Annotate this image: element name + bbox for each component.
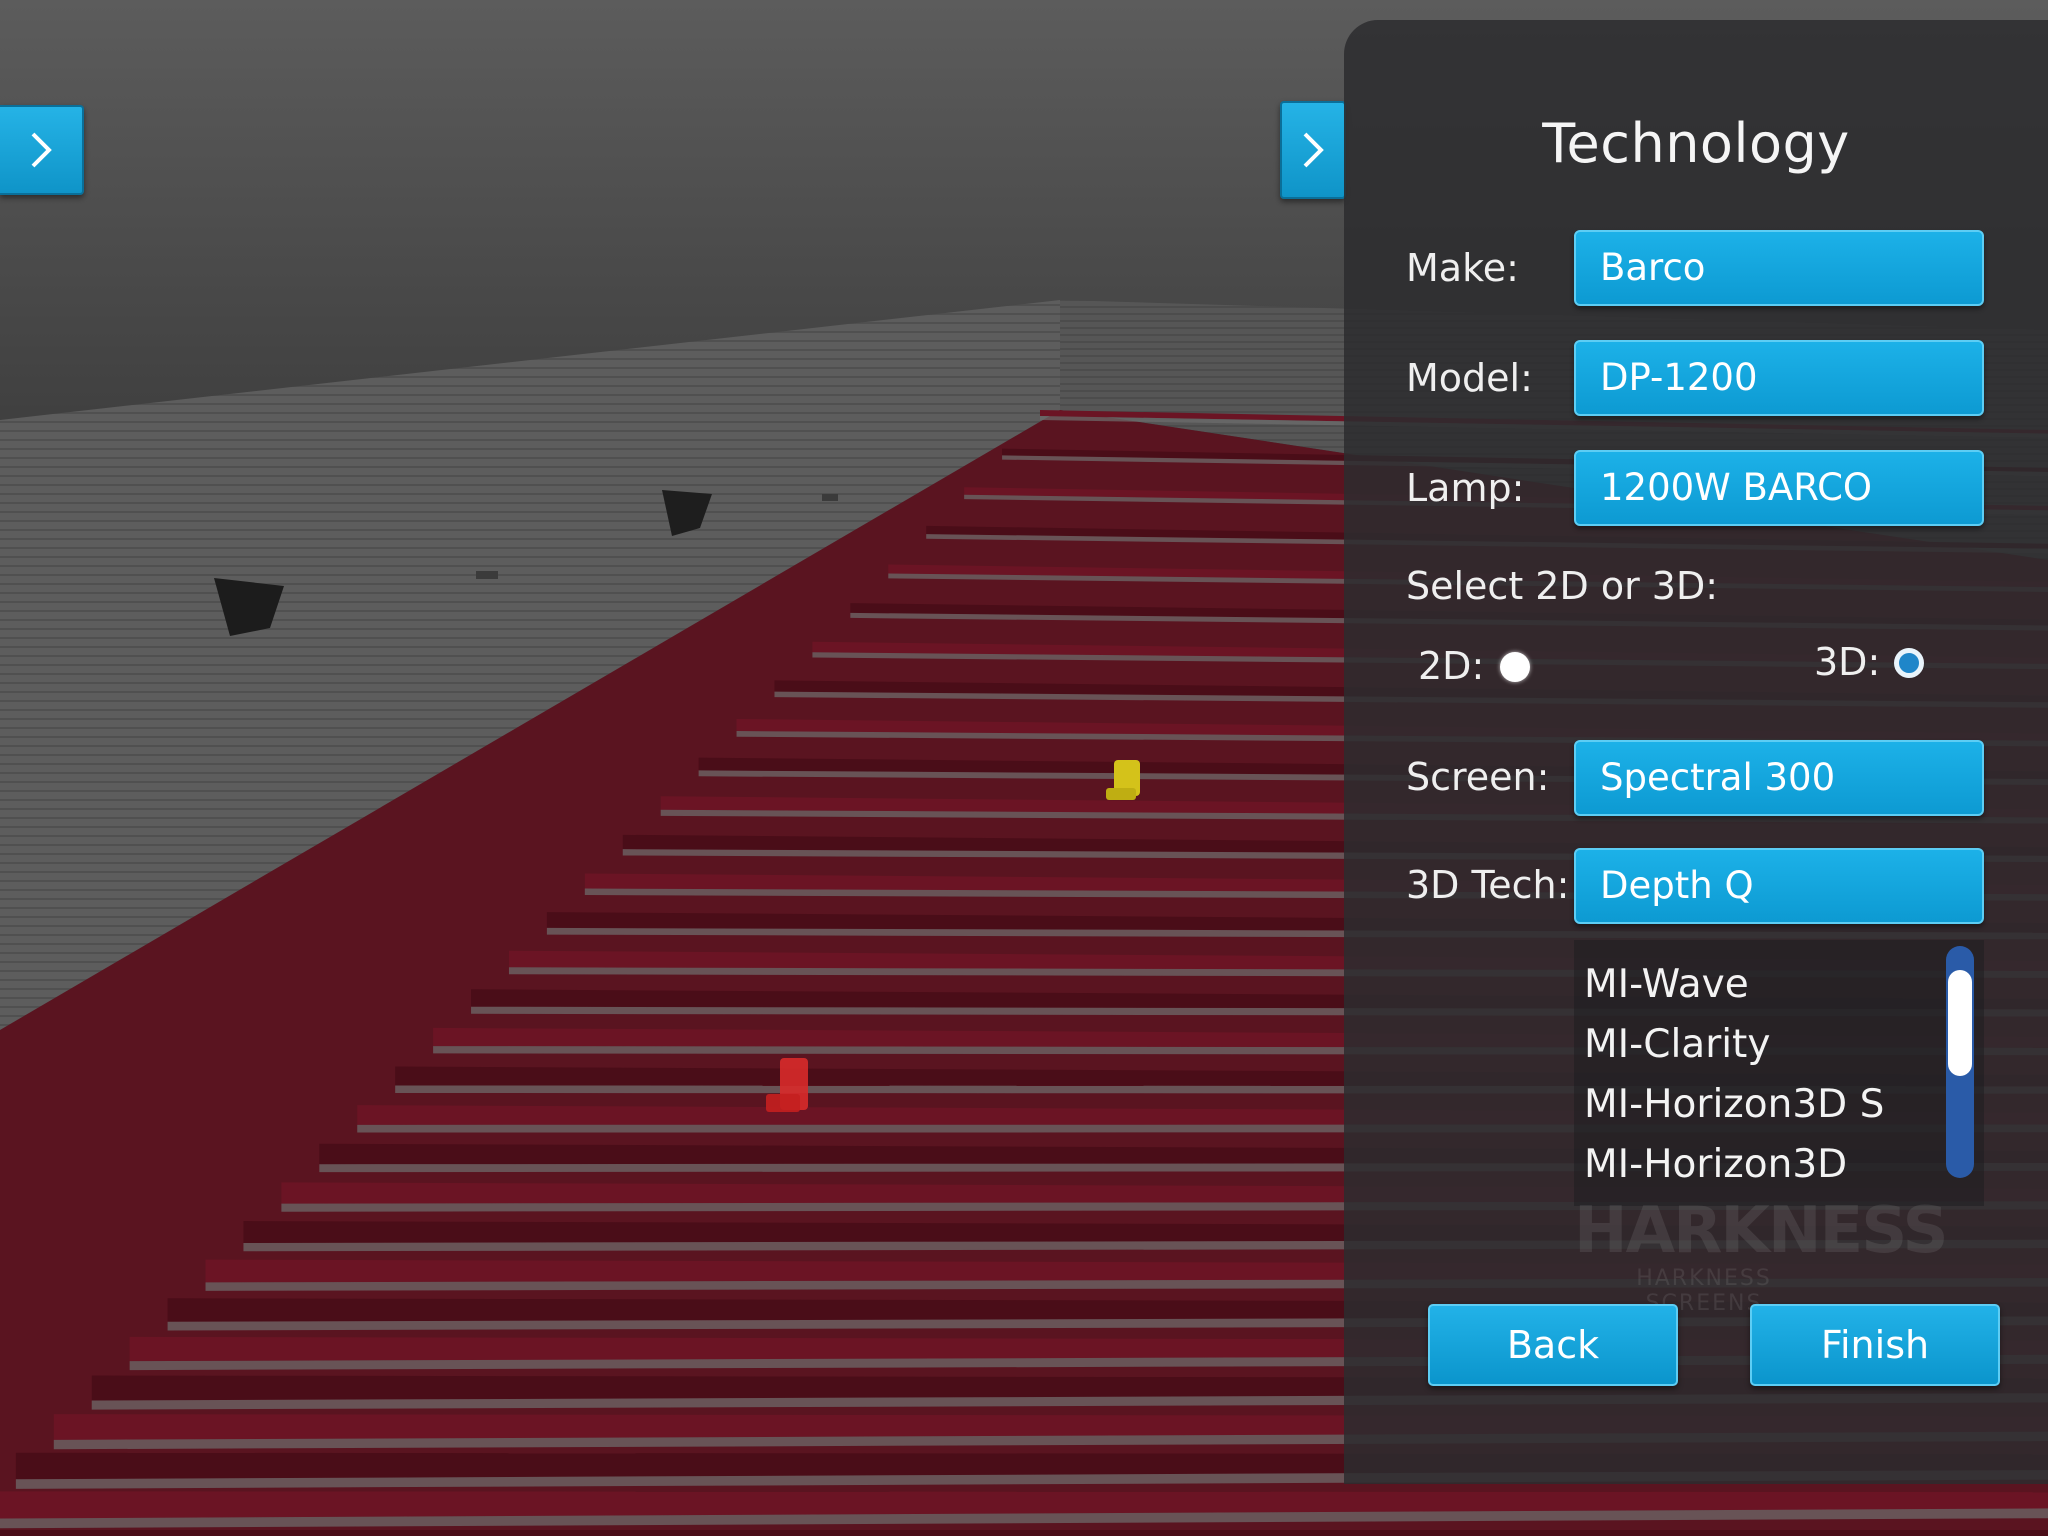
watermark-logo: HARKNESS <box>1574 1194 1949 1268</box>
collapse-right-panel-button[interactable] <box>1280 101 1346 199</box>
list-item[interactable]: MI-Horizon3D <box>1584 1142 1847 1187</box>
screen-label: Screen: <box>1406 755 1550 799</box>
make-label: Make: <box>1406 246 1519 290</box>
list-item[interactable]: MI-Horizon3D S <box>1584 1082 1884 1127</box>
tech-options-list[interactable]: MI-Wave MI-Clarity MI-Horizon3D S MI-Hor… <box>1574 940 1984 1206</box>
seat-row <box>0 1530 2048 1536</box>
lamp-dropdown[interactable]: 1200W BARCO <box>1574 450 1984 526</box>
expand-left-panel-button[interactable] <box>0 105 84 195</box>
scrollbar-thumb[interactable] <box>1948 970 1972 1076</box>
panel-title: Technology <box>1542 112 1850 175</box>
dimension-prompt: Select 2D or 3D: <box>1406 564 1719 608</box>
chevron-right-icon <box>31 132 52 168</box>
back-button[interactable]: Back <box>1428 1304 1678 1386</box>
technology-panel: Technology Make: Barco Model: DP-1200 La… <box>1344 20 2048 1484</box>
model-dropdown[interactable]: DP-1200 <box>1574 340 1984 416</box>
radio-3d[interactable] <box>1894 648 1924 678</box>
make-dropdown[interactable]: Barco <box>1574 230 1984 306</box>
list-scrollbar[interactable] <box>1946 946 1974 1178</box>
model-label: Model: <box>1406 356 1533 400</box>
list-item[interactable]: MI-Clarity <box>1584 1022 1770 1067</box>
screen-dropdown[interactable]: Spectral 300 <box>1574 740 1984 816</box>
option-2d-label: 2D: <box>1418 644 1485 688</box>
brand-watermark: HARKNESS HARKNESS SCREENS <box>1574 1194 1949 1316</box>
wall-light <box>476 571 498 579</box>
tech-label: 3D Tech: <box>1406 863 1570 907</box>
tech-dropdown[interactable]: Depth Q <box>1574 848 1984 924</box>
radio-2d[interactable] <box>1500 652 1530 682</box>
lamp-label: Lamp: <box>1406 466 1525 510</box>
option-3d-label: 3D: <box>1814 640 1881 684</box>
chevron-right-icon <box>1303 132 1324 168</box>
list-item[interactable]: MI-Wave <box>1584 962 1749 1007</box>
finish-button[interactable]: Finish <box>1750 1304 2000 1386</box>
wall-light <box>822 494 838 501</box>
